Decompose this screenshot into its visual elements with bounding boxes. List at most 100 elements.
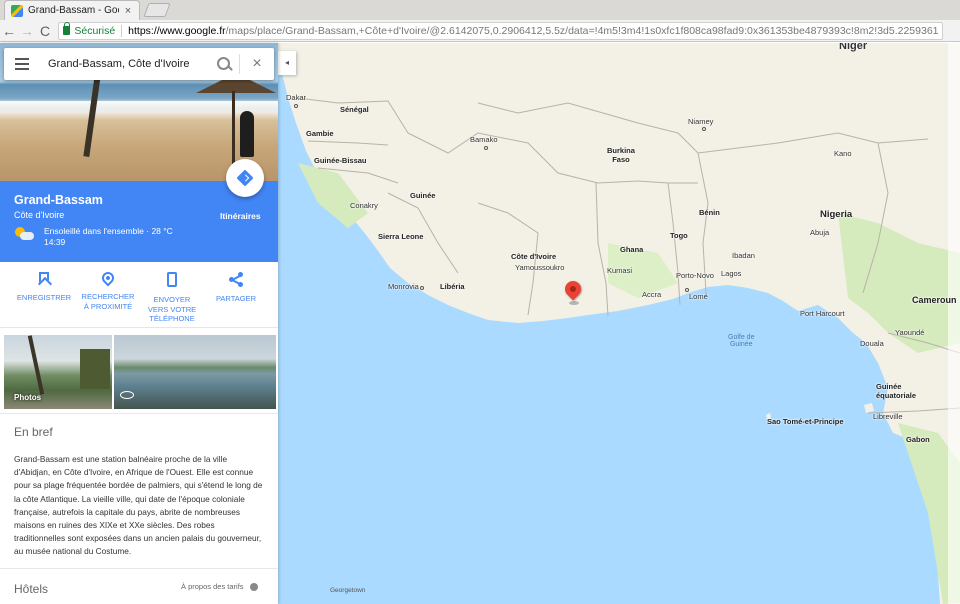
action-bar: ENREGISTRER RECHERCHER À PROXIMITÉ ENVOY… — [0, 262, 278, 328]
address-bar[interactable]: Sécurisé https://www.google.fr/maps/plac… — [58, 21, 943, 40]
map-label-dakar: Dakar — [286, 93, 307, 102]
tab-title: Grand-Bassam - Google M — [28, 5, 119, 16]
map-label-yamoussoukro: Yamoussoukro — [515, 263, 565, 272]
nearby-label: RECHERCHER À PROXIMITÉ — [81, 292, 135, 311]
weather-summary: Ensoleillé dans l'ensemble · 28 °C — [44, 226, 173, 236]
address-separator — [121, 24, 123, 37]
map-label-bamako: Bamako — [470, 135, 498, 144]
directions-button[interactable] — [226, 159, 264, 197]
map-label-yaounde: Yaoundé — [895, 328, 925, 337]
url-host: https://www.google.fr — [128, 24, 226, 37]
directions-label[interactable]: Itinéraires — [220, 211, 261, 221]
about-title: En bref — [14, 425, 53, 439]
map-label-niamey: Niamey — [688, 117, 714, 126]
forward-icon[interactable]: → — [18, 22, 36, 40]
map-label-port-harcourt: Port Harcourt — [800, 309, 845, 318]
map-shapes — [278, 43, 960, 604]
search-input[interactable]: Grand-Bassam, Côte d'Ivoire — [40, 58, 209, 70]
save-label: ENREGISTRER — [16, 293, 72, 302]
prices-info-link[interactable]: À propos des tarifs — [181, 582, 258, 591]
map-label-sierra-leone: Sierra Leone — [378, 232, 424, 241]
send-to-phone-button[interactable]: ENVOYER VERS VOTRE TÉLÉPHONE — [138, 272, 206, 324]
map-label-kano: Kano — [834, 149, 852, 158]
share-label: PARTAGER — [215, 294, 256, 303]
map-label-togo: Togo — [670, 231, 688, 240]
map-edge-overlay — [948, 43, 960, 604]
partly-sunny-icon — [14, 226, 36, 242]
map-label-senegal: Sénégal — [340, 105, 369, 114]
info-icon — [249, 582, 258, 591]
lock-icon — [63, 22, 71, 35]
map-label-guinee-equatoriale: Guinée équatoriale — [876, 382, 917, 400]
map-label-georgetown: Georgetown — [330, 587, 366, 594]
local-time: 14:39 — [44, 237, 66, 247]
map-label-abuja: Abuja — [810, 228, 830, 237]
map-canvas[interactable]: Niger Dakar Sénégal Gambie Bamako Niamey… — [278, 43, 960, 604]
place-header: Grand-Bassam Côte d'Ivoire Ensoleillé da… — [0, 159, 278, 262]
browser-tab-strip: Grand-Bassam - Google M × — [0, 0, 960, 20]
city-marker — [702, 127, 706, 131]
reload-icon[interactable]: C — [36, 22, 54, 40]
phone-icon — [167, 272, 177, 287]
map-label-lome: Lomé — [689, 292, 708, 301]
share-button[interactable]: PARTAGER — [202, 272, 270, 304]
photo-palm — [27, 335, 45, 395]
map-label-sao-tome: Sao Tomé-et-Principe — [767, 417, 844, 426]
location-pin-icon — [99, 269, 117, 287]
google-maps-favicon-icon — [11, 4, 23, 17]
back-icon[interactable]: ← — [0, 22, 18, 40]
close-icon[interactable]: × — [240, 48, 274, 80]
place-title: Grand-Bassam — [14, 193, 103, 207]
search-box: Grand-Bassam, Côte d'Ivoire × — [4, 48, 274, 80]
street-view-thumbnail[interactable] — [114, 335, 276, 409]
section-divider — [0, 413, 278, 414]
section-divider — [0, 568, 278, 569]
new-tab-button[interactable] — [143, 3, 171, 17]
bookmark-icon — [39, 272, 49, 285]
map-label-benin: Bénin — [699, 208, 720, 217]
url-text: https://www.google.fr/maps/place/Grand-B… — [128, 25, 938, 37]
map-label-ibadan: Ibadan — [732, 251, 755, 260]
photo-person — [240, 111, 254, 157]
photos-thumbnail[interactable]: Photos — [4, 335, 112, 409]
send-to-phone-label: ENVOYER VERS VOTRE TÉLÉPHONE — [147, 295, 197, 323]
map-label-ghana: Ghana — [620, 245, 644, 254]
map-label-conakry: Conakry — [350, 201, 378, 210]
secure-label: Sécurisé — [74, 24, 116, 37]
directions-icon — [236, 169, 254, 187]
city-marker — [294, 104, 298, 108]
city-marker — [685, 288, 689, 292]
screen: Grand-Bassam - Google M × ← → C Sécurisé… — [0, 0, 960, 604]
menu-icon[interactable] — [4, 48, 40, 80]
map-label-guinee-bissau: Guinée-Bissau — [314, 156, 367, 165]
tab-close-icon[interactable]: × — [123, 5, 133, 17]
map-label-accra: Accra — [642, 290, 662, 299]
map-label-douala: Douala — [860, 339, 884, 348]
map-label-golfe-de-guinee: Golfe de Guinée — [728, 334, 755, 348]
place-country: Côte d'Ivoire — [14, 210, 65, 220]
city-marker — [420, 286, 424, 290]
photo-wave — [0, 101, 278, 113]
map-label-gabon: Gabon — [906, 435, 930, 444]
map-label-liberia: Libéria — [440, 282, 465, 291]
save-button[interactable]: ENREGISTRER — [10, 272, 78, 303]
hotels-title: Hôtels — [14, 582, 49, 596]
map-label-libreville: Libreville — [873, 412, 903, 421]
map-label-cote-divoire: Côte d'Ivoire — [511, 252, 557, 261]
nearby-button[interactable]: RECHERCHER À PROXIMITÉ — [74, 269, 142, 311]
browser-toolbar: ← → C Sécurisé https://www.google.fr/map… — [0, 20, 960, 42]
map-label-lagos: Lagos — [721, 269, 742, 278]
map-label-monrovia: Monrovia — [388, 282, 419, 291]
url-path: /maps/place/Grand-Bassam,+Côte+d'Ivoire/… — [225, 24, 938, 37]
about-description: Grand-Bassam est une station balnéaire p… — [14, 454, 263, 557]
search-icon[interactable] — [209, 48, 239, 80]
map-label-kumasi: Kumasi — [607, 266, 633, 275]
share-icon — [229, 272, 243, 287]
collapse-panel-button[interactable]: ◂ — [278, 51, 296, 75]
browser-tab[interactable]: Grand-Bassam - Google M × — [4, 0, 140, 20]
map-label-nigeria: Nigeria — [820, 209, 853, 220]
map-label-niger: Niger — [839, 43, 868, 52]
city-marker — [484, 146, 488, 150]
land-mass — [278, 43, 960, 604]
photos-label: Photos — [14, 393, 42, 402]
